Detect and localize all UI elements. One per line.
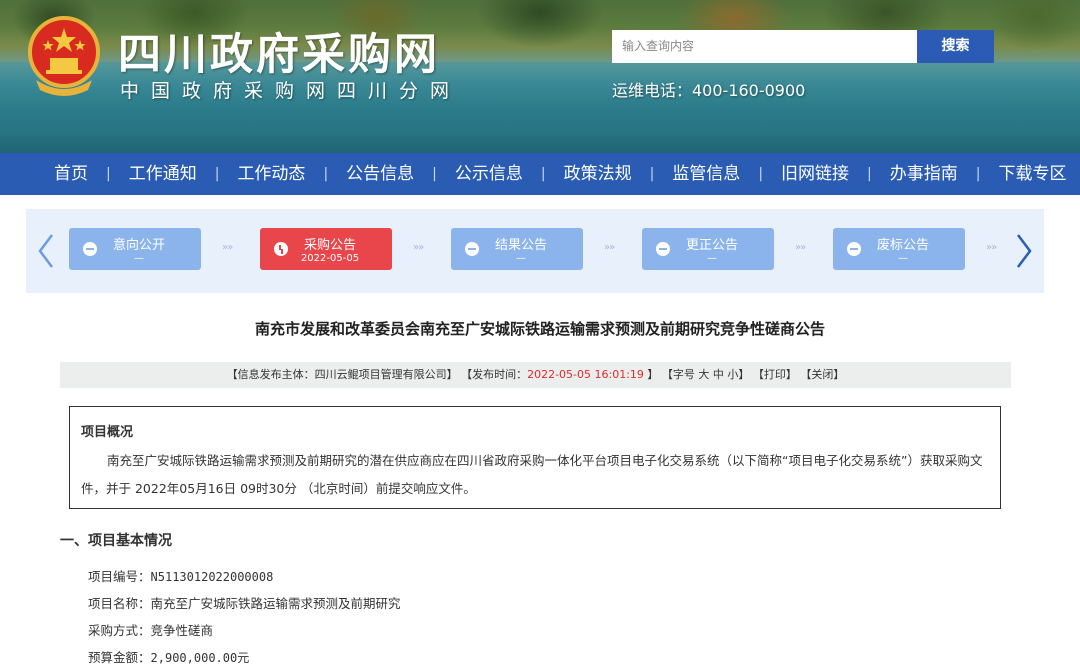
project-name-value: 南充至广安城际铁路运输需求预测及前期研究	[150, 596, 401, 611]
project-name-label: 项目名称：	[88, 596, 151, 611]
step-connector: »»	[222, 242, 233, 253]
search-button[interactable]: 搜索	[917, 30, 994, 63]
search-input[interactable]: 输入查询内容	[612, 30, 917, 63]
meta-time-label: 【发布时间：	[461, 368, 528, 381]
budget-value: 2,900,000.00元	[150, 651, 250, 665]
project-name-row: 项目名称：南充至广安城际铁路运输需求预测及前期研究	[88, 593, 401, 612]
nav-item-home[interactable]: 首页	[40, 153, 102, 195]
step-correction[interactable]: 更正公告 —	[642, 228, 774, 270]
meta-time-end: 】	[647, 368, 659, 381]
step-date: —	[134, 253, 144, 264]
nav-item-old-site[interactable]: 旧网链接	[767, 153, 863, 195]
hotline-text: 运维电话：400-160-0900	[612, 81, 806, 100]
step-procurement-notice[interactable]: 采购公告 2022-05-05	[260, 228, 392, 270]
chevron-left-icon[interactable]	[34, 231, 58, 271]
nav-item-publicity[interactable]: 公示信息	[441, 153, 537, 195]
meta-time-value: 2022-05-05 16:01:19	[527, 368, 644, 381]
nav-separator: |	[323, 166, 329, 182]
project-number-row: 项目编号：N5113012022000008	[88, 566, 273, 585]
nav-separator: |	[106, 166, 111, 182]
step-intent[interactable]: 意向公开 —	[69, 228, 201, 270]
nav-item-announcements[interactable]: 公告信息	[332, 153, 428, 195]
procurement-method-row: 采购方式：竞争性磋商	[88, 620, 213, 639]
overview-text: 南充至广安城际铁路运输需求预测及前期研究的潜在供应商应在四川省政府采购一体化平台…	[81, 453, 983, 496]
step-abandoned[interactable]: 废标公告 —	[833, 228, 965, 270]
step-label: 结果公告	[494, 238, 547, 253]
print-link[interactable]: 【打印】	[753, 368, 797, 381]
procurement-method-value: 竞争性磋商	[150, 623, 214, 638]
nav-item-work-news[interactable]: 工作动态	[223, 153, 319, 195]
close-link[interactable]: 【关闭】	[800, 368, 844, 381]
step-date: —	[516, 253, 526, 264]
step-date: 2022-05-05	[300, 253, 360, 264]
step-date: —	[707, 253, 717, 264]
nav-item-work-notice[interactable]: 工作通知	[115, 153, 211, 195]
nav-item-supervision[interactable]: 监管信息	[658, 153, 754, 195]
project-number-label: 项目编号：	[88, 569, 151, 584]
procurement-method-label: 采购方式：	[88, 623, 151, 638]
nav-separator: |	[214, 166, 220, 182]
font-size-control[interactable]: 【字号 大 中 小】	[662, 368, 750, 381]
nav-separator: |	[758, 166, 764, 182]
main-nav: 首页 | 工作通知 | 工作动态 | 公告信息 | 公示信息 | 政策法规 | …	[0, 153, 1080, 195]
step-label: 废标公告	[876, 238, 929, 253]
nav-separator: |	[975, 166, 981, 182]
project-overview-box: 项目概况 南充至广安城际铁路运输需求预测及前期研究的潜在供应商应在四川省政府采购…	[69, 406, 1001, 509]
nav-separator: |	[867, 166, 872, 182]
step-label: 意向公开	[112, 238, 165, 253]
procurement-stepper: 意向公开 — »» 采购公告 2022-05-05 »» 结果公告 — »» 更…	[26, 209, 1044, 293]
step-label: 更正公告	[685, 238, 738, 253]
section-basic-info-title: 一、项目基本情况	[60, 533, 172, 549]
site-title[interactable]: 四川政府采购网	[118, 20, 440, 82]
nav-separator: |	[649, 166, 655, 182]
budget-label: 预算金额：	[88, 650, 151, 665]
chevron-right-icon[interactable]	[1012, 231, 1036, 271]
step-label: 采购公告	[303, 238, 356, 253]
header-banner: 四川政府采购网 中国政府采购网四川分网 输入查询内容 搜索 运维电话：400-1…	[0, 0, 1080, 153]
budget-row: 预算金额：2,900,000.00元	[88, 647, 249, 666]
nav-separator: |	[540, 166, 546, 182]
nav-separator: |	[432, 166, 437, 182]
nav-item-guide[interactable]: 办事指南	[876, 153, 972, 195]
step-connector: »»	[986, 242, 997, 253]
article-title: 南充市发展和改革委员会南充至广安城际铁路运输需求预测及前期研究竞争性磋商公告	[254, 320, 825, 338]
step-date: —	[898, 253, 908, 264]
nav-item-downloads[interactable]: 下载专区	[984, 153, 1080, 195]
step-connector: »»	[604, 242, 615, 253]
article-meta-bar: 【信息发布主体：四川云鲲项目管理有限公司】 【发布时间：2022-05-05 1…	[60, 362, 1011, 388]
step-connector: »»	[795, 242, 806, 253]
national-emblem-icon	[28, 16, 100, 96]
site-subtitle: 中国政府采购网四川分网	[120, 80, 462, 102]
step-connector: »»	[413, 242, 424, 253]
project-number-value: N5113012022000008	[150, 570, 274, 584]
step-result[interactable]: 结果公告 —	[451, 228, 583, 270]
nav-item-policies[interactable]: 政策法规	[550, 153, 646, 195]
overview-title: 项目概况	[81, 425, 134, 440]
meta-publisher: 【信息发布主体：四川云鲲项目管理有限公司】	[226, 368, 458, 381]
